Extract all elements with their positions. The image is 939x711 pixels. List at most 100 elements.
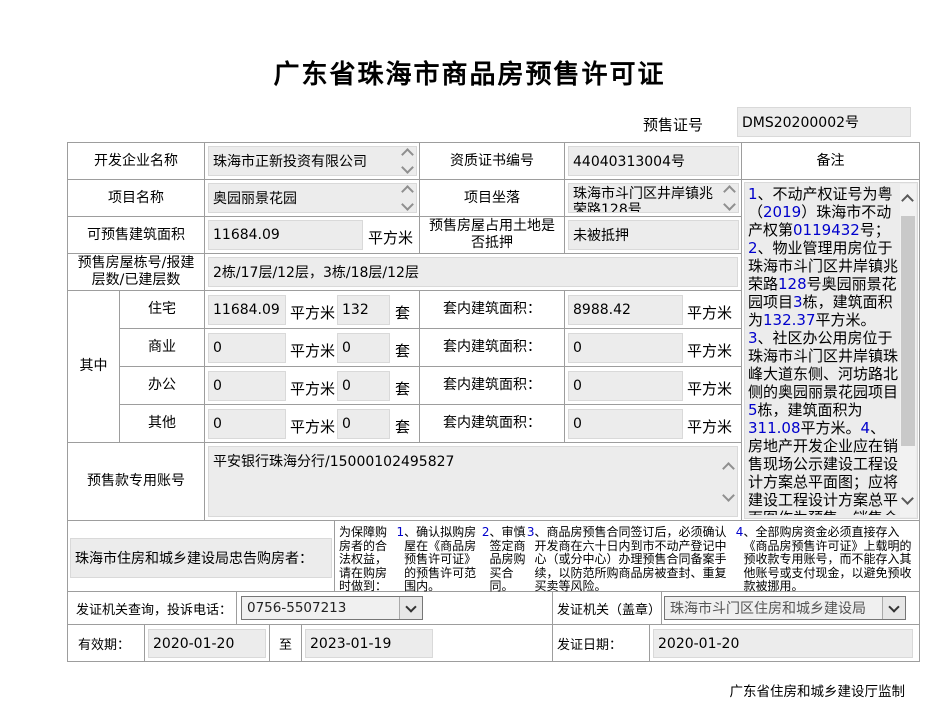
permit-no-input[interactable]: DMS20200002号 — [737, 107, 911, 137]
authority-cell: 珠海市斗门区住房和城乡建设局 — [662, 592, 920, 625]
building-floors-cell: 2栋/17层/12层，3栋/18层/12层 — [205, 254, 742, 291]
issue-date-label: 发证日期： — [553, 625, 650, 662]
qualification-cert-input[interactable]: 44040313004号 — [568, 146, 739, 176]
unit-tao: 套 — [395, 342, 411, 360]
developer-name-select[interactable]: 珠海市正新投资有限公司 — [208, 146, 417, 176]
other-area-input[interactable]: 0 — [208, 409, 286, 439]
project-name-label: 项目名称 — [68, 180, 205, 217]
developer-name-label: 开发企业名称 — [68, 143, 205, 180]
presale-area-label: 可预售建筑面积 — [68, 217, 205, 254]
presale-permit-page: 广东省珠海市商品房预售许可证 预售证号 DMS20200002号 开发企业名称 … — [0, 0, 939, 711]
location-spinner-icon[interactable] — [723, 184, 736, 212]
phone-label: 发证机关查询，投诉电话： — [68, 592, 237, 625]
project-name-select[interactable]: 奥园丽景花园 — [208, 183, 417, 213]
breakdown-type-label: 办公 — [120, 367, 205, 405]
valid-to-input[interactable]: 2023-01-19 — [305, 629, 433, 658]
phone-dropdown-icon[interactable] — [399, 597, 422, 619]
commercial-area-input[interactable]: 0 — [208, 333, 286, 363]
unit-sqm: 平方米 — [687, 342, 733, 360]
validity-to-label: 至 — [270, 625, 302, 662]
commercial-inner-area-input[interactable]: 0 — [568, 333, 683, 363]
residential-count-input[interactable]: 132 — [337, 295, 390, 325]
presale-area-unit: 平方米 — [368, 229, 414, 247]
office-count-input[interactable]: 0 — [337, 371, 390, 401]
remarks-text: 1、不动产权证号为粤（2019）珠海市不动产权第0119432号； 2、物业管理… — [748, 185, 899, 515]
page-title: 广东省珠海市商品房预售许可证 — [273, 60, 666, 89]
unit-sqm: 平方米 — [687, 380, 733, 398]
breakdown-values-cell: 0 平方米 0 套 — [205, 405, 420, 443]
developer-spinner-icon[interactable] — [401, 147, 414, 175]
presale-area-input[interactable]: 11684.09 — [208, 220, 363, 250]
residential-area-input[interactable]: 11684.09 — [208, 295, 286, 325]
breakdown-type-label: 商业 — [120, 329, 205, 367]
phone-select[interactable]: 0756-5507213 — [241, 596, 423, 620]
advice-label-cell: 珠海市住房和城乡建设局忠告购房者： — [68, 521, 335, 592]
account-textarea[interactable]: 平安银行珠海分行/15000102495827 — [208, 446, 738, 517]
other-inner-area-input[interactable]: 0 — [568, 409, 683, 439]
unit-sqm: 平方米 — [290, 380, 336, 398]
inner-area-cell: 8988.42 平方米 — [565, 291, 742, 329]
breakdown-type-label: 其他 — [120, 405, 205, 443]
presale-area-cell: 11684.09 平方米 — [205, 217, 420, 254]
inner-area-label: 套内建筑面积： — [420, 329, 565, 367]
scroll-down-icon[interactable] — [901, 492, 914, 505]
validity-label: 有效期： — [68, 625, 145, 662]
location-cell: 珠海市斗门区井岸镇兆荣路128号 — [565, 180, 742, 217]
breakdown-group-label: 其中 — [68, 291, 120, 443]
phone-cell: 0756-5507213 — [237, 592, 553, 625]
breakdown-type-label: 住宅 — [120, 291, 205, 329]
unit-tao: 套 — [395, 304, 411, 322]
mortgage-status-input[interactable]: 未被抵押 — [568, 220, 739, 250]
mortgage-cell: 未被抵押 — [565, 217, 742, 254]
inner-area-cell: 0 平方米 — [565, 329, 742, 367]
developer-name-cell: 珠海市正新投资有限公司 — [205, 143, 420, 180]
office-area-input[interactable]: 0 — [208, 371, 286, 401]
project-spinner-icon[interactable] — [401, 184, 414, 212]
valid-from-cell: 2020-01-20 — [145, 625, 270, 662]
advice-text: 为保障购房者的合法权益，请在购房时做到： 1 、确认拟购房屋在《商品房预售许可证》的… — [335, 521, 920, 593]
unit-tao: 套 — [395, 380, 411, 398]
residential-inner-area-input[interactable]: 8988.42 — [568, 295, 683, 325]
account-cell: 平安银行珠海分行/15000102495827 — [205, 443, 742, 521]
unit-sqm: 平方米 — [290, 418, 336, 436]
building-floors-label: 预售房屋栋号/报建层数/已建层数 — [68, 254, 205, 291]
commercial-count-input[interactable]: 0 — [337, 333, 390, 363]
authority-dropdown-icon[interactable] — [882, 597, 905, 619]
inner-area-label: 套内建筑面积： — [420, 291, 565, 329]
remarks-scrollbar-thumb[interactable] — [901, 216, 915, 446]
issue-date-cell: 2020-01-20 — [650, 625, 920, 662]
inner-area-label: 套内建筑面积： — [420, 405, 565, 443]
location-select[interactable]: 珠海市斗门区井岸镇兆荣路128号 — [568, 183, 739, 213]
project-name-cell: 奥园丽景花园 — [205, 180, 420, 217]
breakdown-values-cell: 11684.09 平方米 132 套 — [205, 291, 420, 329]
unit-sqm: 平方米 — [290, 342, 336, 360]
footer-supervisor-text: 广东省住房和城乡建设厅监制 — [729, 684, 906, 700]
location-label: 项目坐落 — [420, 180, 565, 217]
advice-label-box: 珠海市住房和城乡建设局忠告购房者： — [70, 538, 332, 578]
office-inner-area-input[interactable]: 0 — [568, 371, 683, 401]
account-label: 预售款专用账号 — [68, 443, 205, 521]
inner-area-label: 套内建筑面积： — [420, 367, 565, 405]
permit-no-label: 预售证号 — [642, 116, 703, 134]
breakdown-values-cell: 0 平方米 0 套 — [205, 367, 420, 405]
qualification-cert-label: 资质证书编号 — [420, 143, 565, 180]
unit-tao: 套 — [395, 418, 411, 436]
building-floors-input[interactable]: 2栋/17层/12层，3栋/18层/12层 — [208, 257, 738, 287]
account-spinner-icon[interactable] — [722, 447, 735, 516]
unit-sqm: 平方米 — [687, 304, 733, 322]
valid-from-input[interactable]: 2020-01-20 — [148, 629, 266, 658]
qualification-cert-cell: 44040313004号 — [565, 143, 742, 180]
unit-sqm: 平方米 — [687, 418, 733, 436]
remarks-scrollbar[interactable] — [900, 184, 916, 517]
mortgage-label: 预售房屋占用土地是否抵押 — [420, 217, 565, 254]
authority-select[interactable]: 珠海市斗门区住房和城乡建设局 — [664, 596, 906, 620]
issue-date-input[interactable]: 2020-01-20 — [653, 629, 913, 658]
inner-area-cell: 0 平方米 — [565, 405, 742, 443]
remarks-textarea[interactable]: 1、不动产权证号为粤（2019）珠海市不动产权第0119432号； 2、物业管理… — [744, 182, 918, 519]
authority-label: 发证机关（盖章） — [553, 592, 662, 625]
unit-sqm: 平方米 — [290, 304, 336, 322]
remarks-header: 备注 — [742, 143, 920, 180]
other-count-input[interactable]: 0 — [337, 409, 390, 439]
scroll-up-icon[interactable] — [901, 194, 914, 207]
valid-to-cell: 2023-01-19 — [302, 625, 553, 662]
